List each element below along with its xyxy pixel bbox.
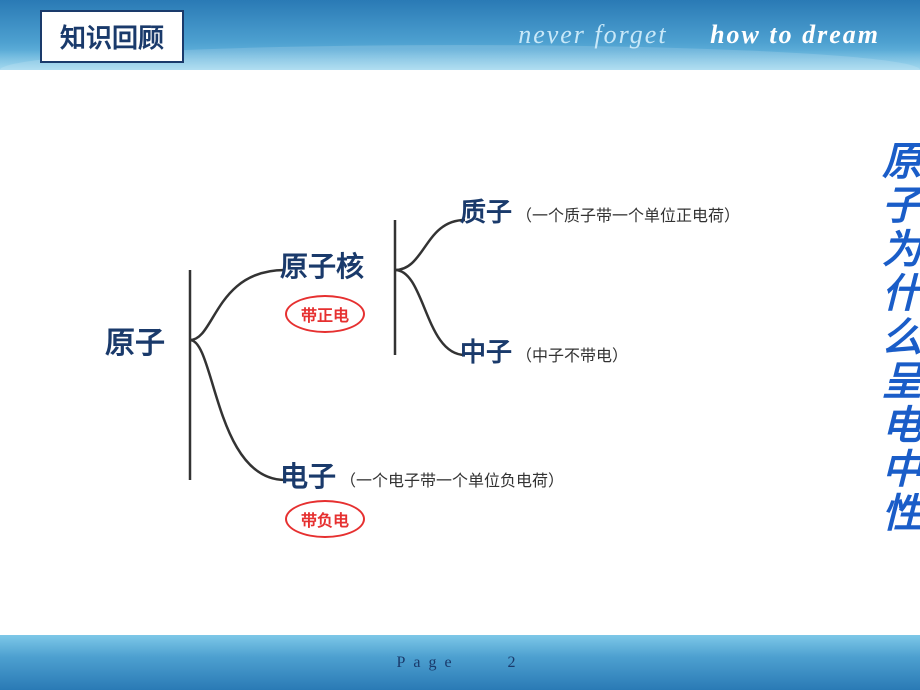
neutron-node: 中子 （中子不带电）: [460, 332, 628, 369]
content-area: 原子 原子核 带正电 质子 （一个质子带一个单位正电荷） 中子 （中子不带电）: [0, 80, 920, 635]
top-banner: never forget how to dream 知识回顾: [0, 0, 920, 70]
bottom-banner: Page 2: [0, 635, 920, 690]
electron-node: 电子 （一个电子带一个单位负电荷）: [280, 455, 564, 495]
page-label: Page 2: [396, 654, 523, 672]
slide: never forget how to dream 知识回顾: [0, 0, 920, 690]
proton-node: 质子 （一个质子带一个单位正电荷）: [460, 192, 740, 229]
electron-badge: 带负电: [285, 500, 365, 538]
nucleus-badge: 带正电: [285, 295, 365, 333]
mindmap: 原子 原子核 带正电 质子 （一个质子带一个单位正电荷） 中子 （中子不带电）: [85, 100, 835, 590]
title-box: 知识回顾: [40, 10, 184, 63]
nucleus-node: 原子核: [280, 245, 364, 285]
banner-tagline: never forget how to dream: [518, 20, 880, 50]
atom-node: 原子: [105, 318, 165, 362]
title-box-text: 知识回顾: [60, 23, 164, 53]
right-title: 原子为什么呈电中性: [850, 140, 920, 536]
